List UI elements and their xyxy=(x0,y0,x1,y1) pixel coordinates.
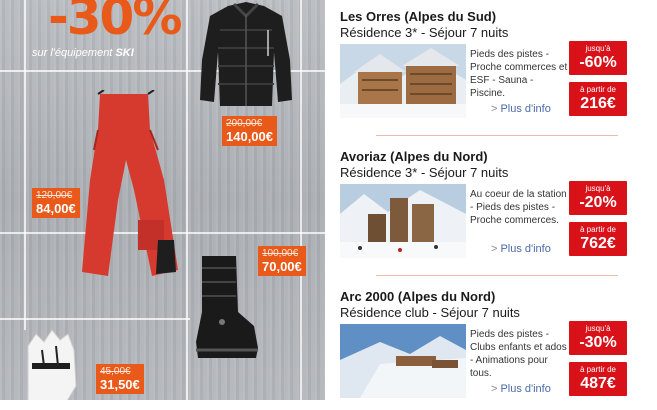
price-value: 487€ xyxy=(580,375,616,392)
more-info-link[interactable]: > Plus d'info xyxy=(491,383,551,395)
more-info-label: Plus d'info xyxy=(500,243,551,255)
guide-line xyxy=(300,0,302,400)
ski-pants-image[interactable] xyxy=(78,90,188,280)
snow-boots-image[interactable] xyxy=(192,252,262,362)
price-badge: à partir de 216€ xyxy=(569,82,627,116)
new-price: 31,50€ xyxy=(100,377,140,392)
more-info-label: Plus d'info xyxy=(500,103,551,115)
price-badge: à partir de 487€ xyxy=(569,362,627,396)
offer-description: Pieds des pistes - Clubs enfants et ados… xyxy=(470,329,567,379)
offer-title[interactable]: Avoriaz (Alpes du Nord) xyxy=(340,149,488,164)
old-price: 100,00€ xyxy=(262,248,299,259)
old-price: 120,00€ xyxy=(36,190,73,201)
price-value: 762€ xyxy=(580,235,616,252)
resort-photo[interactable] xyxy=(340,324,466,398)
ski-jacket-image[interactable] xyxy=(198,0,294,110)
chevron-right-icon: > xyxy=(491,243,498,255)
discount-value: -60% xyxy=(579,54,617,71)
discount-label: jusqu'à xyxy=(585,324,611,333)
price-tag-gloves: 45,00€ 31,50€ xyxy=(96,364,144,394)
new-price: 70,00€ xyxy=(262,259,302,274)
discount-label: jusqu'à xyxy=(585,184,611,193)
chevron-right-icon: > xyxy=(491,103,498,115)
price-label: à partir de xyxy=(579,225,617,234)
divider xyxy=(376,275,618,276)
price-tag-jacket: 200,00€ 140,00€ xyxy=(222,116,277,146)
chevron-right-icon: > xyxy=(491,383,498,395)
price-value: 216€ xyxy=(580,95,616,112)
offer-subtitle: Résidence 3* - Séjour 7 nuits xyxy=(340,25,509,40)
discount-label: jusqu'à xyxy=(585,44,611,53)
offer-description: Au coeur de la station - Pieds des piste… xyxy=(470,189,567,226)
new-price: 84,00€ xyxy=(36,201,76,216)
new-price: 140,00€ xyxy=(226,129,273,144)
offer-description: Pieds des pistes - Proche commerces et E… xyxy=(470,49,568,99)
more-info-link[interactable]: > Plus d'info xyxy=(491,103,551,115)
resort-photo[interactable] xyxy=(340,184,466,258)
promo-discount: -30% xyxy=(48,0,182,46)
offer-title[interactable]: Les Orres (Alpes du Sud) xyxy=(340,9,496,24)
old-price: 45,00€ xyxy=(100,366,131,377)
more-info-label: Plus d'info xyxy=(500,383,551,395)
offers-list: Les Orres (Alpes du Sud) Résidence 3* - … xyxy=(340,0,657,400)
price-badge: à partir de 762€ xyxy=(569,222,627,256)
price-label: à partir de xyxy=(579,85,617,94)
ski-equipment-promo[interactable]: -30% sur l'équipement SKI 200,00€ 140,00… xyxy=(0,0,325,400)
offer-avoriaz[interactable]: Avoriaz (Alpes du Nord) Résidence 3* - S… xyxy=(340,140,657,270)
resort-photo[interactable] xyxy=(340,44,466,118)
price-label: à partir de xyxy=(579,365,617,374)
ski-gloves-image[interactable] xyxy=(14,326,84,400)
old-price: 200,00€ xyxy=(226,118,263,129)
price-tag-pants: 120,00€ 84,00€ xyxy=(32,188,80,218)
discount-badge: jusqu'à -30% xyxy=(569,321,627,355)
discount-badge: jusqu'à -20% xyxy=(569,181,627,215)
discount-value: -30% xyxy=(579,334,617,351)
discount-value: -20% xyxy=(579,194,617,211)
divider xyxy=(376,135,618,136)
promo-subtitle: sur l'équipement SKI xyxy=(32,47,134,59)
discount-badge: jusqu'à -60% xyxy=(569,41,627,75)
offer-arc-2000[interactable]: Arc 2000 (Alpes du Nord) Résidence club … xyxy=(340,280,657,410)
more-info-link[interactable]: > Plus d'info xyxy=(491,243,551,255)
offer-subtitle: Résidence 3* - Séjour 7 nuits xyxy=(340,165,509,180)
price-tag-boots: 100,00€ 70,00€ xyxy=(258,246,306,276)
guide-line xyxy=(0,318,190,320)
offer-title[interactable]: Arc 2000 (Alpes du Nord) xyxy=(340,289,495,304)
promo-subtitle-text: sur l'équipement xyxy=(32,47,113,59)
guide-line xyxy=(24,0,26,330)
offer-les-orres[interactable]: Les Orres (Alpes du Sud) Résidence 3* - … xyxy=(340,0,657,130)
promo-subtitle-ski: SKI xyxy=(115,47,134,59)
offer-subtitle: Résidence club - Séjour 7 nuits xyxy=(340,305,520,320)
